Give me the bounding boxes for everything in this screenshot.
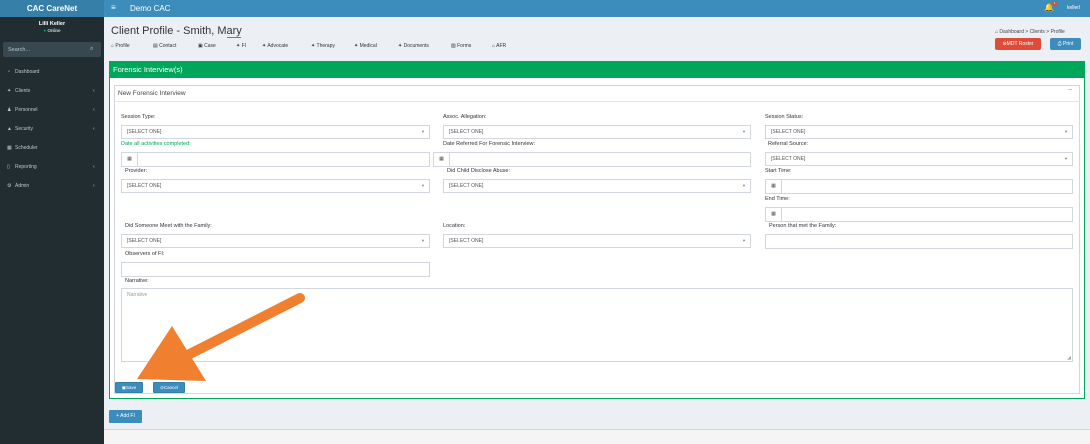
annotation-arrow-icon [137, 293, 305, 381]
